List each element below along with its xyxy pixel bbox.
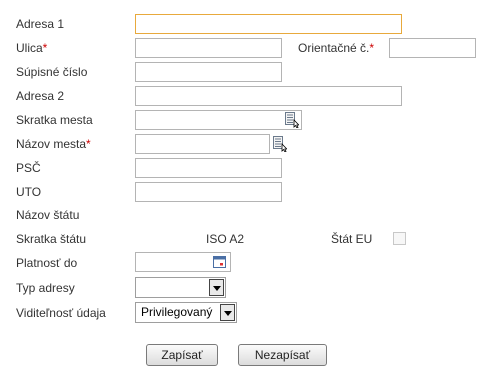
ulica-label-text: Ulica (16, 41, 43, 55)
nazov-mesta-label-text: Názov mesta (16, 137, 87, 151)
ulica-input[interactable] (135, 38, 282, 58)
chevron-down-icon[interactable] (209, 279, 224, 296)
nazov-statu-label: Názov štátu (16, 208, 80, 222)
supisne-label: Súpisné číslo (16, 65, 88, 79)
stat-eu-checkbox[interactable] (393, 232, 406, 245)
iso-a2-value: ISO A2 (206, 232, 245, 246)
nazov-mesta-input[interactable] (135, 134, 270, 154)
required-mark: * (369, 41, 375, 55)
required-mark: * (42, 41, 48, 55)
skratka-mesta-label: Skratka mesta (16, 113, 93, 127)
orientacne-label: Orientačné č.* (298, 41, 374, 55)
typ-adresy-select[interactable] (135, 277, 226, 298)
viditelnost-selected: Privilegovaný (141, 305, 213, 319)
uto-label: UTO (16, 185, 42, 199)
stat-eu-label: Štát EU (331, 232, 373, 246)
required-mark: * (86, 137, 91, 151)
typ-adresy-label: Typ adresy (16, 281, 75, 295)
adresa1-input[interactable] (135, 14, 402, 34)
adresa1-label: Adresa 1 (16, 17, 65, 31)
supisne-input[interactable] (135, 62, 282, 82)
adresa2-input[interactable] (135, 86, 402, 106)
orientacne-label-text: Orientačné č. (298, 41, 370, 55)
list-picker-icon[interactable] (285, 112, 300, 129)
platnost-label: Platnosť do (16, 256, 78, 270)
skratka-mesta-input[interactable] (135, 110, 302, 130)
save-button[interactable]: Zapísať (146, 344, 218, 366)
psc-input[interactable] (135, 158, 282, 178)
psc-label: PSČ (16, 161, 41, 175)
viditelnost-select[interactable]: Privilegovaný (135, 302, 237, 323)
adresa2-label: Adresa 2 (16, 89, 65, 103)
ulica-label: Ulica* (16, 41, 47, 55)
list-picker-icon[interactable] (273, 136, 288, 153)
skratka-statu-label: Skratka štátu (16, 232, 87, 246)
chevron-down-icon[interactable] (220, 304, 235, 321)
orientacne-input[interactable] (389, 38, 476, 58)
address-form: Adresa 1 Ulica* Orientačné č.* Súpisné č… (0, 0, 491, 378)
viditelnost-label: Viditeľnosť údaja (16, 306, 106, 320)
uto-input[interactable] (135, 182, 282, 202)
calendar-icon[interactable] (213, 255, 227, 271)
nazov-mesta-label: Názov mesta* (16, 137, 91, 151)
cancel-button[interactable]: Nezapísať (238, 344, 327, 366)
